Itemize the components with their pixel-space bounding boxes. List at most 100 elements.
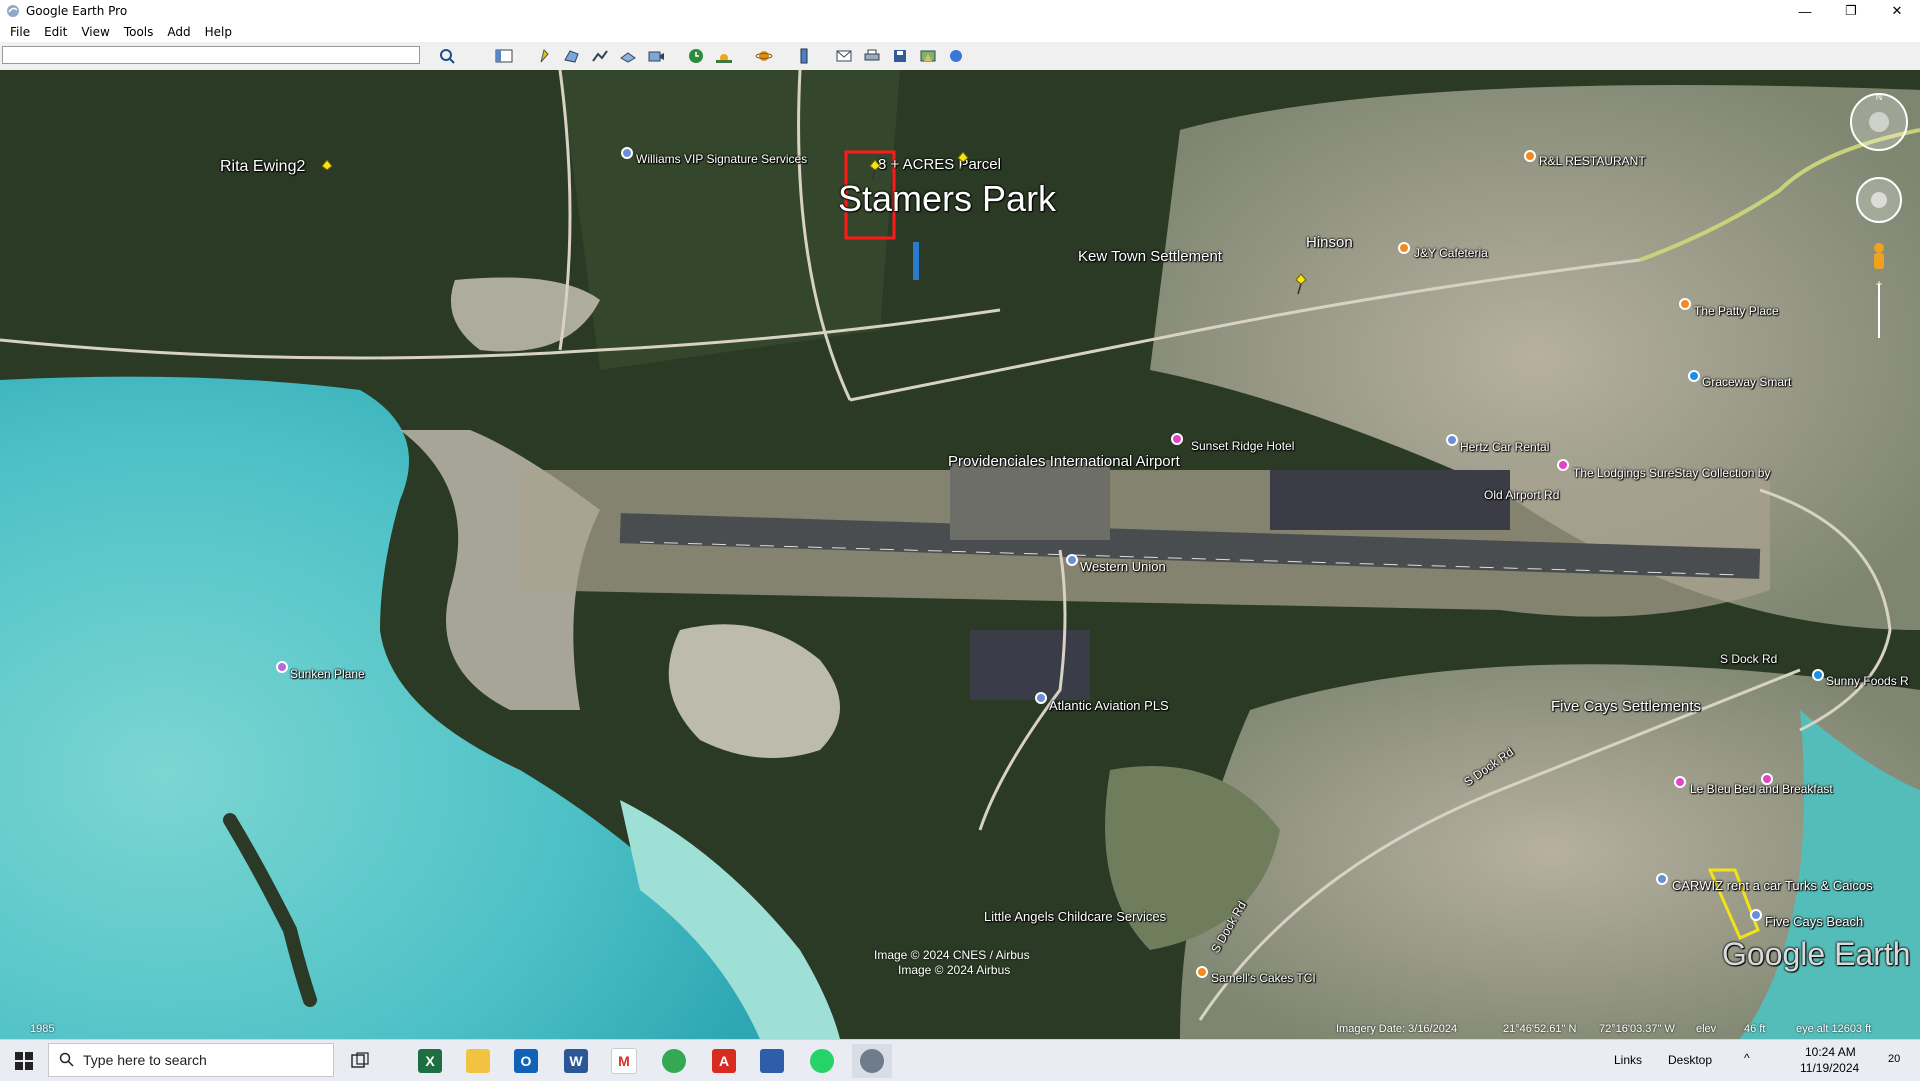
menu-add[interactable]: Add <box>167 25 190 39</box>
historical-year[interactable]: 1985 <box>30 1023 54 1035</box>
hertz-label[interactable]: Hertz Car Rental <box>1460 440 1549 454</box>
jy-cafeteria-label[interactable]: J&Y Cafeteria <box>1414 246 1488 260</box>
patty-place-label[interactable]: The Patty Place <box>1694 304 1779 318</box>
map-view[interactable]: Stamers Park 8 + ACRES Parcel Rita Ewing… <box>0 70 1920 1039</box>
add-overlay-button[interactable] <box>616 46 640 66</box>
sunset-ridge-label[interactable]: Sunset Ridge Hotel <box>1191 439 1294 453</box>
clock-date[interactable]: 11/19/2024 <box>1800 1061 1859 1075</box>
acres-parcel-label[interactable]: 8 + ACRES Parcel <box>878 156 1001 173</box>
historical-imagery-button[interactable] <box>684 46 708 66</box>
desktop-toolbar[interactable]: Desktop <box>1668 1053 1712 1067</box>
earth-gallery-button[interactable] <box>944 46 968 66</box>
minimize-button[interactable]: — <box>1782 0 1828 22</box>
poi-dot-icon[interactable] <box>1066 554 1078 566</box>
poi-dot-icon[interactable] <box>1446 434 1458 446</box>
little-angels-label[interactable]: Little Angels Childcare Services <box>984 909 1166 924</box>
placemark-pin-icon[interactable] <box>866 158 884 182</box>
menu-tools[interactable]: Tools <box>124 25 154 39</box>
zoom-slider[interactable]: + <box>1875 277 1883 374</box>
poi-dot-icon[interactable] <box>1196 966 1208 978</box>
globe-icon <box>950 50 962 62</box>
samells-cakes-label[interactable]: Samell's Cakes TCI <box>1211 971 1316 985</box>
poi-dot-icon[interactable] <box>1812 669 1824 681</box>
add-path-button[interactable] <box>588 46 612 66</box>
gmail-app[interactable]: M <box>604 1044 644 1078</box>
excel-app[interactable]: X <box>410 1044 450 1078</box>
document-app[interactable] <box>752 1044 792 1078</box>
poi-dot-icon[interactable] <box>621 147 633 159</box>
s-dock-rd-label[interactable]: S Dock Rd <box>1720 652 1777 666</box>
poi-dot-icon[interactable] <box>1750 909 1762 921</box>
le-bleu-label[interactable]: Le Bleu Bed and Breakfast <box>1690 782 1833 796</box>
five-cays-beach-label[interactable]: Five Cays Beach <box>1765 914 1863 929</box>
old-airport-rd-label[interactable]: Old Airport Rd <box>1484 488 1559 502</box>
western-union-label[interactable]: Western Union <box>1080 559 1166 574</box>
hinson-label[interactable]: Hinson <box>1306 234 1353 251</box>
poi-dot-icon[interactable] <box>1688 370 1700 382</box>
links-toolbar[interactable]: Links <box>1614 1053 1642 1067</box>
atlantic-aviation-label[interactable]: Atlantic Aviation PLS <box>1049 698 1169 713</box>
rita-ewing-label[interactable]: Rita Ewing2 <box>220 158 305 176</box>
email-button[interactable] <box>832 46 856 66</box>
menu-file[interactable]: File <box>10 25 30 39</box>
acrobat-app[interactable]: A <box>704 1044 744 1078</box>
file-explorer-app[interactable] <box>458 1044 498 1078</box>
placemark-pin-icon[interactable] <box>1292 272 1310 296</box>
google-earth-taskbar-app[interactable] <box>852 1044 892 1078</box>
poi-dot-icon[interactable] <box>1761 773 1773 785</box>
rl-restaurant-label[interactable]: R&L RESTAURANT <box>1539 154 1646 168</box>
poi-dot-icon[interactable] <box>1524 150 1536 162</box>
carwiz-label[interactable]: CARWIZ rent a car Turks & Caicos <box>1672 878 1873 893</box>
street-view-pegman-icon[interactable] <box>1874 243 1884 269</box>
view-in-maps-button[interactable] <box>916 46 940 66</box>
add-placemark-button[interactable] <box>532 46 556 66</box>
taskbar-search[interactable]: Type here to search <box>48 1043 334 1077</box>
graceway-label[interactable]: Graceway Smart <box>1702 375 1791 389</box>
planets-button[interactable] <box>752 46 776 66</box>
tray-chevron-icon[interactable]: ^ <box>1744 1051 1750 1065</box>
whatsapp-app[interactable] <box>802 1044 842 1078</box>
print-button[interactable] <box>860 46 884 66</box>
menu-view[interactable]: View <box>81 25 109 39</box>
close-button[interactable]: ✕ <box>1874 0 1920 22</box>
ruler-button[interactable] <box>792 46 816 66</box>
word-app[interactable]: W <box>556 1044 596 1078</box>
placemark-pin-icon[interactable] <box>954 150 972 174</box>
airport-label[interactable]: Providenciales International Airport <box>948 453 1180 470</box>
williams-vip-label[interactable]: Williams VIP Signature Services <box>636 152 807 166</box>
move-control[interactable] <box>1856 177 1902 223</box>
look-around-control[interactable]: N <box>1850 92 1908 151</box>
poi-dot-icon[interactable] <box>276 661 288 673</box>
record-tour-button[interactable] <box>644 46 668 66</box>
clock-time[interactable]: 10:24 AM <box>1805 1045 1856 1059</box>
poi-dot-icon[interactable] <box>1171 433 1183 445</box>
sunny-foods-label[interactable]: Sunny Foods R <box>1826 674 1909 688</box>
placemark-pin-icon[interactable] <box>318 158 336 182</box>
sunken-plane-label[interactable]: Sunken Plane <box>290 667 365 681</box>
start-button[interactable] <box>4 1044 44 1078</box>
outlook-app[interactable]: O <box>506 1044 546 1078</box>
search-button[interactable] <box>436 46 460 66</box>
add-polygon-button[interactable] <box>560 46 584 66</box>
poi-dot-icon[interactable] <box>1035 692 1047 704</box>
poi-dot-icon[interactable] <box>1656 873 1668 885</box>
search-input[interactable] <box>2 46 420 64</box>
poi-dot-icon[interactable] <box>1398 242 1410 254</box>
notification-count[interactable]: 20 <box>1888 1053 1900 1065</box>
chrome-app[interactable] <box>654 1044 694 1078</box>
task-view-button[interactable] <box>340 1044 380 1078</box>
kew-town-label[interactable]: Kew Town Settlement <box>1078 248 1222 265</box>
menu-edit[interactable]: Edit <box>44 25 67 39</box>
five-cays-settlements-label[interactable]: Five Cays Settlements <box>1551 698 1701 715</box>
sunlight-button[interactable] <box>712 46 736 66</box>
restore-button[interactable]: ❐ <box>1828 0 1874 22</box>
poi-dot-icon[interactable] <box>1679 298 1691 310</box>
save-image-button[interactable] <box>888 46 912 66</box>
poi-dot-icon[interactable] <box>1674 776 1686 788</box>
menu-help[interactable]: Help <box>205 25 232 39</box>
lodgings-label[interactable]: The Lodgings SureStay Collection by <box>1573 466 1770 480</box>
latitude: 21°46'52.61" N <box>1503 1023 1577 1035</box>
poi-dot-icon[interactable] <box>1557 459 1569 471</box>
sidebar-toggle-button[interactable] <box>492 46 516 66</box>
stamers-park-label[interactable]: Stamers Park <box>838 178 1056 220</box>
